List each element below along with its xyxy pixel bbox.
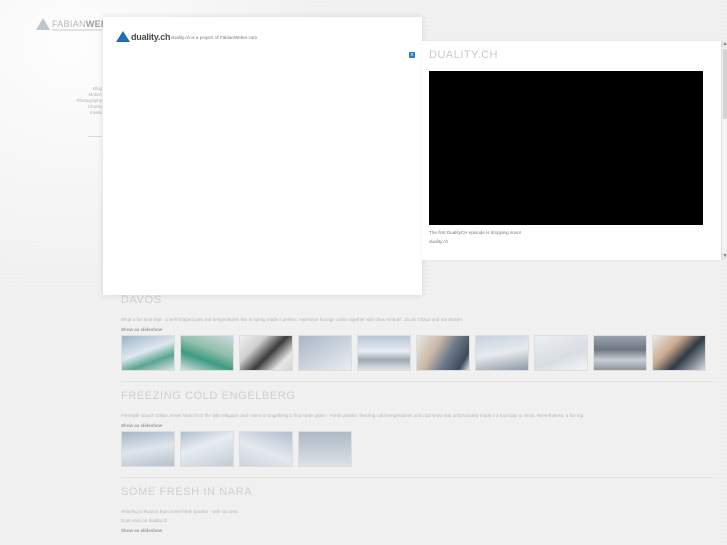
section-description: What a fun time that - a well shaped par… <box>121 317 464 322</box>
gallery-thumbnail[interactable] <box>475 335 529 371</box>
section-divider <box>121 477 713 478</box>
gallery-thumbnail[interactable] <box>180 335 234 371</box>
section-divider <box>121 381 713 382</box>
thumbnail-gallery <box>121 335 723 371</box>
section-title[interactable]: FREEZING COLD ENGELBERG <box>121 390 723 402</box>
scroll-up-icon[interactable]: ▲ <box>722 41 727 48</box>
logo-triangle-icon <box>36 18 50 30</box>
gallery-thumbnail[interactable] <box>239 335 293 371</box>
gallery-thumbnail[interactable] <box>416 335 470 371</box>
nav-divider <box>88 136 102 137</box>
gallery-thumbnail[interactable] <box>357 335 411 371</box>
duality-logo-text: duality.ch <box>131 31 171 42</box>
section-davos: DAVOS What a fun time that - a well shap… <box>121 294 723 371</box>
gallery-thumbnail[interactable] <box>593 335 647 371</box>
scrollbar-thumb[interactable] <box>723 49 727 119</box>
gallery-thumbnail[interactable] <box>652 335 706 371</box>
duality-overlay: duality.ch duality.ch is a project of Fa… <box>103 17 422 295</box>
duality-logo[interactable]: duality.ch <box>116 31 171 42</box>
section-title[interactable]: SOME FRESH IN NARA <box>121 486 723 498</box>
section-link[interactable]: Dont miss on duality.ch <box>121 518 723 523</box>
duality-panel: DUALITY.CH The first DualityCH episode i… <box>422 41 721 260</box>
main-content: DAVOS What a fun time that - a well shap… <box>103 294 723 533</box>
section-description: Freestyle Gauch Gillian, Kevin Nuss from… <box>121 413 585 418</box>
section-title[interactable]: DAVOS <box>121 294 723 306</box>
thumbnail-gallery <box>121 431 723 467</box>
section-nara: SOME FRESH IN NARA Heading to Nara to hu… <box>121 486 723 533</box>
nav-item-inside[interactable]: Inside <box>60 110 102 116</box>
panel-link[interactable]: duality.ch <box>429 239 448 244</box>
slideshow-link[interactable]: Show as slideshow <box>121 423 723 428</box>
close-icon[interactable]: x <box>409 52 415 58</box>
gallery-thumbnail[interactable] <box>121 335 175 371</box>
gallery-thumbnail[interactable] <box>239 431 293 467</box>
duality-triangle-icon <box>116 31 130 42</box>
slideshow-link[interactable]: Show as slideshow <box>121 327 723 332</box>
section-engelberg: FREEZING COLD ENGELBERG Freestyle Gauch … <box>121 390 723 467</box>
panel-scrollbar[interactable]: ▲ ▼ <box>721 41 727 260</box>
section-description: Heading to Nara to hunt some fresh powde… <box>121 509 240 514</box>
gallery-thumbnail[interactable] <box>121 431 175 467</box>
site-tagline <box>52 29 102 31</box>
gallery-thumbnail[interactable] <box>180 431 234 467</box>
gallery-thumbnail[interactable] <box>298 431 352 467</box>
panel-title: DUALITY.CH <box>429 49 498 61</box>
video-caption: The first DualityCH episode is dropping … <box>429 230 522 235</box>
gallery-thumbnail[interactable] <box>298 335 352 371</box>
left-nav: Blog Motion Photography Charity Inside <box>60 86 102 116</box>
video-player[interactable] <box>429 71 703 225</box>
scroll-down-icon[interactable]: ▼ <box>722 253 727 260</box>
overlay-tagline[interactable]: duality.ch is a project of FabianWeber.c… <box>171 35 257 40</box>
gallery-thumbnail[interactable] <box>534 335 588 371</box>
slideshow-link[interactable]: Show as slideshow <box>121 528 723 533</box>
